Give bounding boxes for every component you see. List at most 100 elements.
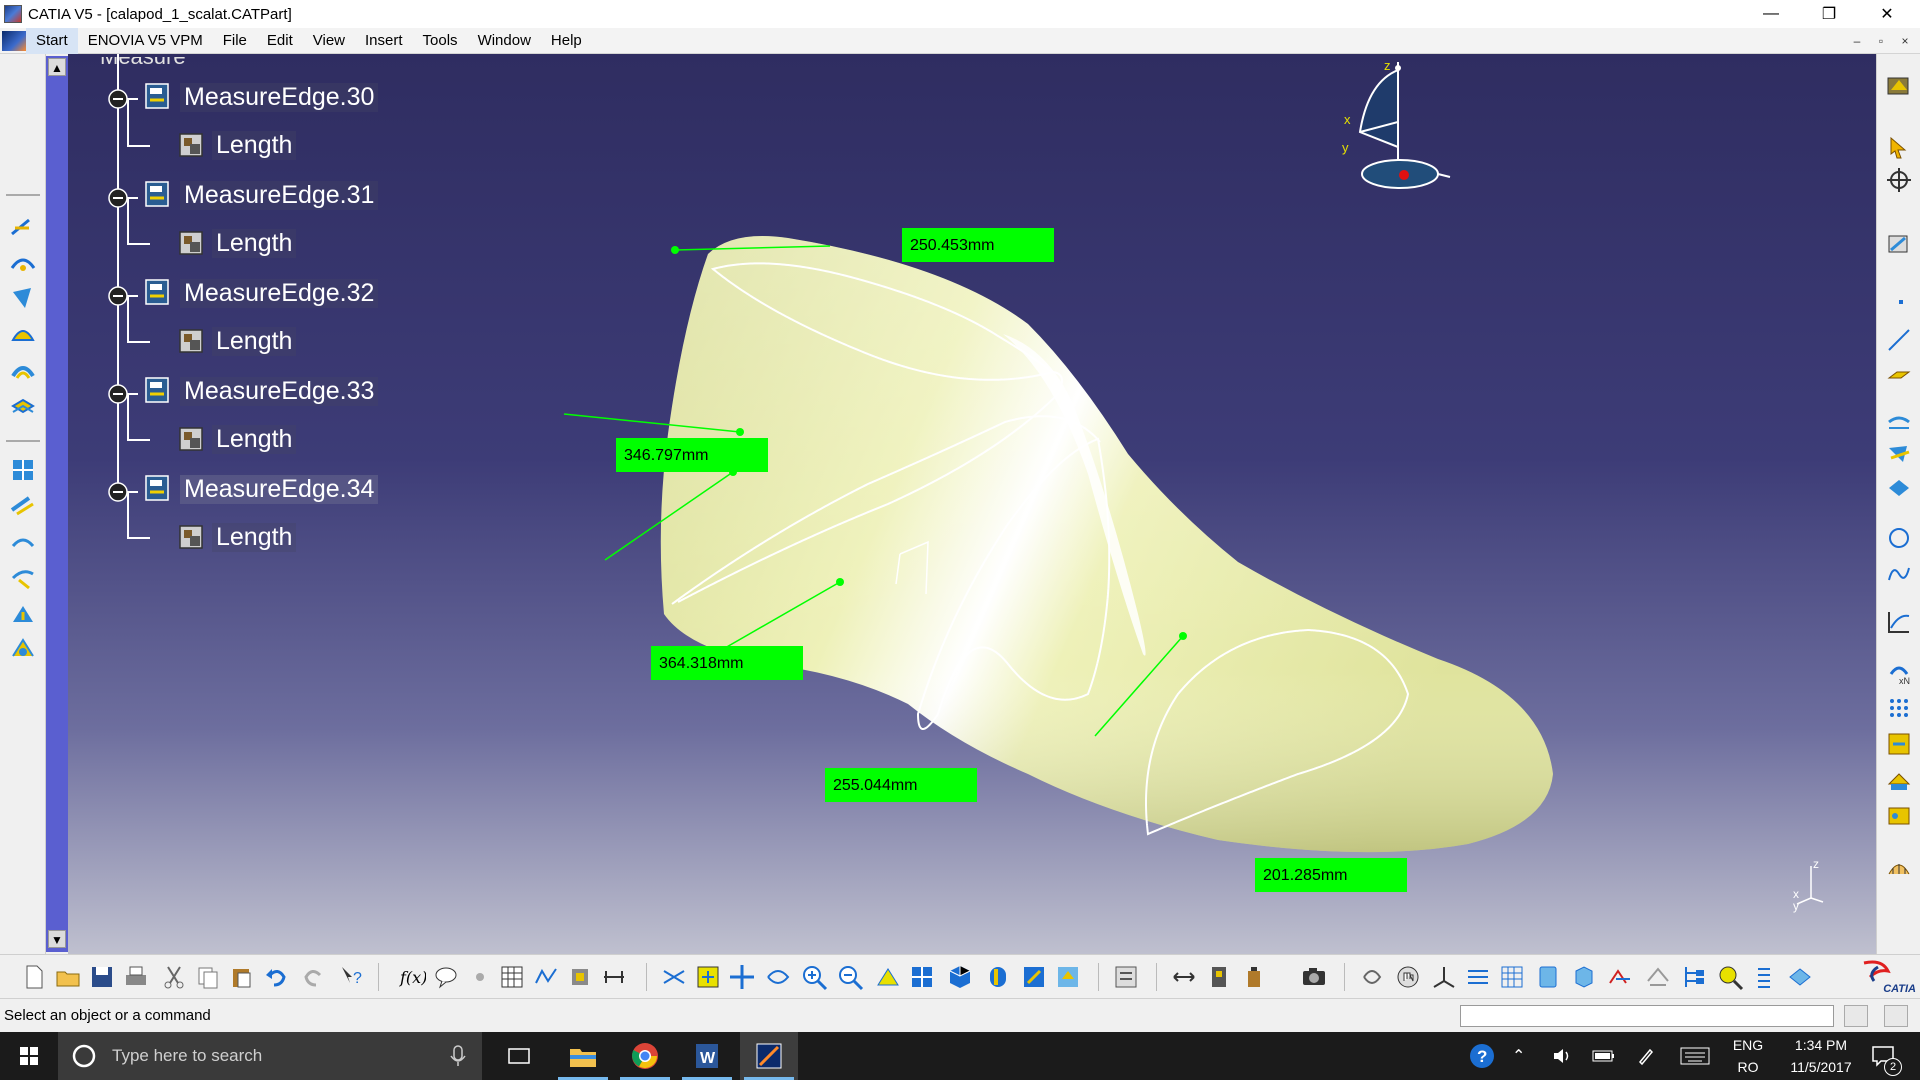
law-icon[interactable] [532, 963, 560, 991]
select-arrow-icon[interactable] [1885, 134, 1913, 162]
fillet-icon[interactable] [9, 564, 37, 592]
taskbar-catia[interactable] [740, 1032, 798, 1080]
length-parameter-icon[interactable] [176, 424, 206, 454]
language-code[interactable]: ENG [1730, 1037, 1766, 1053]
capture-camera-icon[interactable] [1300, 963, 1328, 991]
tree-node-measure-label[interactable]: Measure [96, 57, 190, 70]
sheet-icon[interactable] [1786, 963, 1814, 991]
new-file-icon[interactable] [20, 963, 48, 991]
status-button-right[interactable] [1884, 1005, 1908, 1027]
fly-mode-icon[interactable] [660, 963, 688, 991]
tree-node-length-33[interactable]: Length [176, 424, 297, 454]
whats-this-icon[interactable]: ? [338, 963, 366, 991]
copy-icon[interactable] [194, 963, 222, 991]
tree-label-measure-edge-31[interactable]: MeasureEdge.31 [180, 180, 379, 210]
menu-file[interactable]: File [213, 28, 257, 54]
menu-insert[interactable]: Insert [355, 28, 413, 54]
spline-icon[interactable] [1885, 560, 1913, 588]
sketch-tool-icon[interactable] [9, 212, 37, 240]
point-icon[interactable] [1899, 300, 1903, 304]
measure-edge-icon[interactable] [144, 180, 174, 210]
surface-tool-icon[interactable] [9, 248, 37, 276]
scroll-down-arrow[interactable]: ▼ [48, 930, 66, 948]
pan-icon[interactable] [728, 963, 756, 991]
repetition-icon[interactable]: xN [1885, 658, 1913, 686]
clock-time[interactable]: 1:34 PM [1776, 1037, 1866, 1053]
sketcher-icon[interactable] [1885, 230, 1913, 258]
paste-icon[interactable] [228, 963, 256, 991]
tree-label-measure-edge-32[interactable]: MeasureEdge.32 [180, 278, 379, 308]
measure-edge-icon[interactable] [144, 82, 174, 112]
split-icon[interactable] [9, 492, 37, 520]
taskbar-search-box[interactable]: Type here to search [58, 1032, 482, 1080]
fit-all-icon[interactable] [694, 963, 722, 991]
view-render-icon[interactable] [1885, 72, 1913, 100]
insert-body-icon[interactable] [1644, 963, 1672, 991]
windows-start-icon[interactable] [0, 1032, 58, 1080]
file-explorer-icon[interactable] [568, 1043, 598, 1069]
circle-icon[interactable] [1885, 524, 1913, 552]
line-icon[interactable] [1885, 326, 1913, 354]
system-clock[interactable]: 1:34 PM 11/5/2017 [1776, 1037, 1866, 1075]
tree-node-measure[interactable]: Measure [96, 54, 190, 70]
refresh-icon[interactable] [1358, 963, 1386, 991]
tree-node-measure-edge-34[interactable]: MeasureEdge.34 [144, 474, 379, 504]
redo-icon[interactable] [300, 963, 328, 991]
menu-view[interactable]: View [303, 28, 355, 54]
measurement-label-201[interactable]: 201.285mm [1255, 858, 1407, 892]
catalog-icon[interactable] [1885, 730, 1913, 758]
law-curve-icon[interactable] [1885, 608, 1913, 636]
scroll-up-arrow[interactable]: ▲ [48, 58, 66, 76]
catia-taskbar-icon[interactable] [754, 1041, 784, 1071]
catia-start-icon[interactable] [2, 30, 26, 51]
axis-system-icon[interactable] [1430, 963, 1458, 991]
tree-node-length-30[interactable]: Length [176, 130, 297, 160]
touch-keyboard-icon[interactable] [1680, 1047, 1710, 1065]
menu-enovia[interactable]: ENOVIA V5 VPM [78, 28, 213, 54]
taskbar-chrome[interactable] [616, 1032, 674, 1080]
analysis-icon[interactable] [1885, 852, 1913, 880]
help-icon[interactable]: ? [1468, 1042, 1496, 1070]
fill-surface-icon[interactable] [9, 392, 37, 420]
measurement-label-250[interactable]: 250.453mm [902, 228, 1054, 262]
menu-window[interactable]: Window [468, 28, 541, 54]
tree-label-measure-edge-30[interactable]: MeasureEdge.30 [180, 82, 379, 112]
tree-icon[interactable] [1680, 963, 1708, 991]
tree-node-measure-edge-30[interactable]: MeasureEdge.30 [144, 82, 379, 112]
swap-space-icon[interactable] [1054, 963, 1082, 991]
length-parameter-icon[interactable] [176, 522, 206, 552]
normal-view-icon[interactable] [874, 963, 902, 991]
tree-scrollbar[interactable]: ▲ ▼ [46, 56, 68, 952]
design-table-icon[interactable] [498, 963, 526, 991]
tree-node-length-31[interactable]: Length [176, 228, 297, 258]
formula-icon[interactable]: f(x) [398, 963, 426, 991]
menu-start[interactable]: Start [26, 27, 78, 54]
magnifier-tool-icon[interactable] [1716, 963, 1744, 991]
tree-label-measure-edge-33[interactable]: MeasureEdge.33 [180, 376, 379, 406]
taskbar-search-placeholder[interactable]: Type here to search [112, 1046, 262, 1066]
doc-close-button[interactable]: × [1896, 32, 1914, 50]
input-language[interactable]: ENG RO [1730, 1037, 1766, 1075]
zoom-out-icon[interactable] [836, 963, 864, 991]
volume-icon[interactable] [1552, 1047, 1574, 1065]
tree-label-length-31[interactable]: Length [212, 228, 297, 258]
menu-tools[interactable]: Tools [413, 28, 468, 54]
command-input[interactable] [1460, 1005, 1834, 1027]
3d-viewport[interactable]: z x y z x y Measure MeasureEdge.30 Lengt… [68, 54, 1876, 954]
shading-icon[interactable] [984, 963, 1012, 991]
battery-icon[interactable] [1592, 1048, 1616, 1064]
tray-chevron-up-icon[interactable]: ⌃ [1512, 1046, 1525, 1066]
length-parameter-icon[interactable] [176, 228, 206, 258]
snap-to-point-icon[interactable] [1534, 963, 1562, 991]
comment-icon[interactable] [432, 963, 460, 991]
doc-minimize-button[interactable]: – [1848, 32, 1866, 50]
task-view-button[interactable] [490, 1032, 548, 1080]
geometric-set-icon[interactable] [1606, 963, 1634, 991]
word-icon[interactable]: W [692, 1041, 722, 1071]
3d-support-icon[interactable] [1570, 963, 1598, 991]
tree-node-measure-edge-31[interactable]: MeasureEdge.31 [144, 180, 379, 210]
clock-date[interactable]: 11/5/2017 [1776, 1059, 1866, 1075]
measurement-label-364[interactable]: 364.318mm [651, 646, 803, 680]
cut-icon[interactable] [160, 963, 188, 991]
menu-help[interactable]: Help [541, 28, 592, 54]
